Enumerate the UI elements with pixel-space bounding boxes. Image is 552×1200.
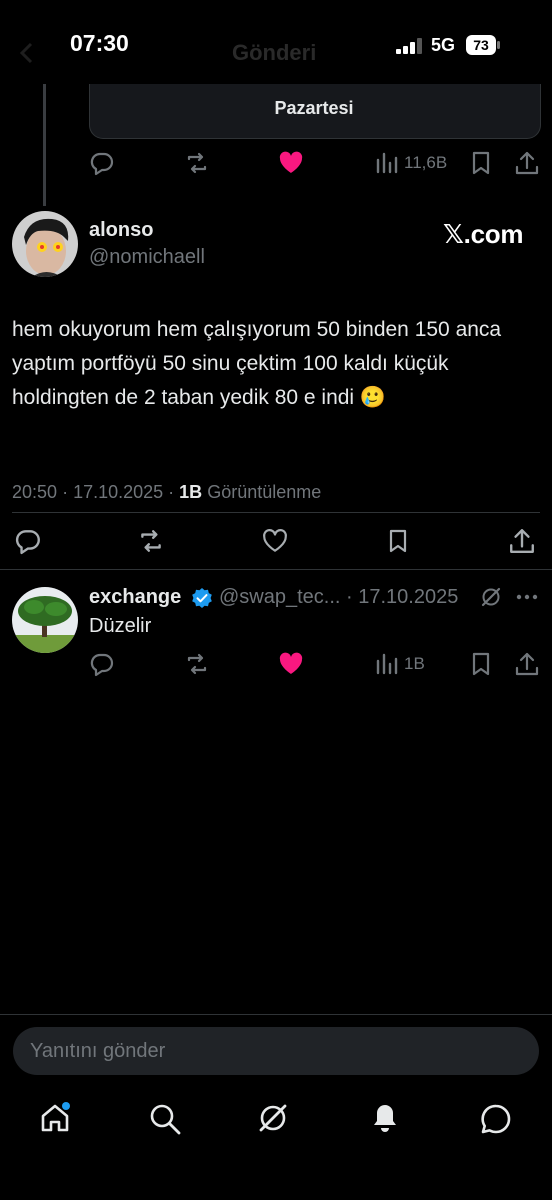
reply-icon[interactable] [89, 651, 115, 677]
share-icon[interactable] [514, 651, 540, 677]
bookmark-icon[interactable] [468, 651, 494, 677]
verified-badge-icon [191, 587, 213, 609]
main-actions [0, 527, 552, 557]
author-handle[interactable]: @nomichaell [89, 246, 205, 269]
retweet-icon[interactable] [184, 651, 210, 677]
divider [12, 512, 540, 513]
reply-icon[interactable] [89, 150, 115, 176]
grok-icon[interactable] [256, 1101, 290, 1135]
reply-author-name[interactable]: exchange [89, 586, 181, 609]
heart-liked-icon[interactable] [278, 150, 304, 176]
bookmark-icon[interactable] [385, 527, 411, 555]
reply-meta: @swap_tec... · 17.10.2025 [219, 586, 458, 609]
status-time: 07:30 [70, 30, 129, 56]
x-logo-watermark: 𝕏.com [443, 219, 524, 249]
reply-icon[interactable] [14, 527, 42, 555]
reply-handle[interactable]: @swap_tec... [219, 586, 340, 608]
views-label: Görüntülenme [207, 482, 322, 502]
views-count: 1B [404, 654, 425, 673]
battery-level: 73 [473, 37, 489, 53]
bookmark-icon[interactable] [468, 150, 494, 176]
author-name[interactable]: alonso [89, 219, 153, 242]
views-icon[interactable] [374, 651, 400, 677]
views-icon[interactable] [374, 150, 400, 176]
meta-separator: · [168, 482, 180, 502]
signal-icon [396, 38, 424, 54]
divider [0, 1014, 552, 1015]
thread-connector [43, 84, 46, 206]
tweet-date[interactable]: 17.10.2025 [73, 482, 163, 502]
tweet-text: hem okuyorum hem çalışıyorum 50 binden 1… [12, 318, 502, 409]
notifications-icon[interactable] [368, 1101, 402, 1135]
avatar[interactable] [12, 211, 78, 277]
reply-text: Düzelir [89, 615, 152, 637]
reply-date[interactable]: 17.10.2025 [358, 586, 458, 608]
views-count: 1B [179, 482, 203, 502]
share-icon[interactable] [514, 150, 540, 176]
parent-actions: 11,6B [0, 150, 552, 178]
views-count: 11,6B [404, 153, 448, 172]
back-arrow-icon[interactable] [14, 40, 40, 66]
tweet-meta: 20:50 · 17.10.2025 · 1B Görüntülenme [12, 482, 321, 503]
composer-placeholder: Yanıtını gönder [30, 1040, 166, 1062]
share-icon[interactable] [508, 527, 536, 555]
retweet-icon[interactable] [136, 527, 166, 555]
quoted-card-label: Pazartesi [274, 98, 354, 118]
meta-separator: · [62, 482, 74, 502]
reply-actions: 1B [0, 651, 552, 679]
heart-liked-icon[interactable] [278, 651, 304, 677]
more-options-icon[interactable] [516, 594, 538, 602]
home-icon[interactable] [38, 1100, 74, 1136]
grok-icon[interactable] [480, 586, 502, 608]
meta-separator: · [346, 586, 359, 608]
tweet-time[interactable]: 20:50 [12, 482, 57, 502]
network-type: 5G [431, 35, 456, 55]
search-icon[interactable] [148, 1102, 182, 1136]
page-title: Gönderi [232, 40, 317, 65]
heart-icon[interactable] [260, 527, 290, 555]
messages-icon[interactable] [478, 1101, 514, 1137]
divider [0, 569, 552, 570]
reply-avatar[interactable] [12, 587, 78, 653]
retweet-icon[interactable] [184, 150, 210, 176]
